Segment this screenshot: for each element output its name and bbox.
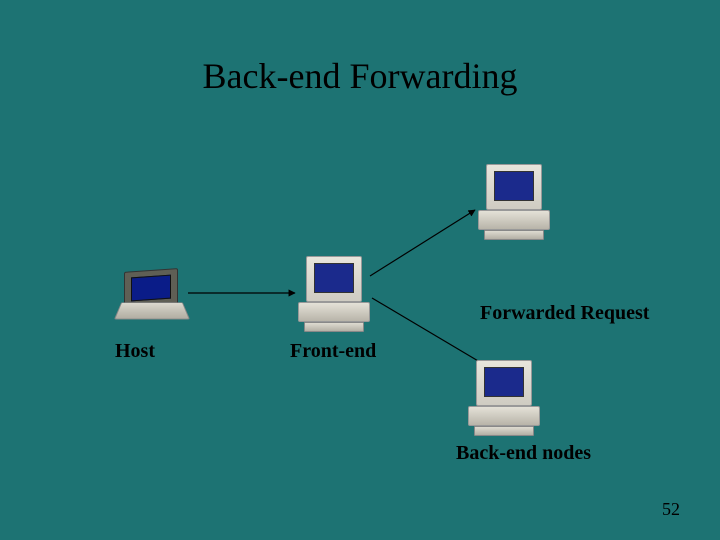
slide-title: Back-end Forwarding bbox=[0, 55, 720, 97]
backend-node-bottom-icon bbox=[468, 360, 538, 432]
host-machine-icon bbox=[118, 270, 188, 326]
backend-node-top-icon bbox=[478, 164, 548, 236]
front-end-computer-icon bbox=[298, 256, 368, 328]
backend-nodes-label: Back-end nodes bbox=[456, 442, 591, 465]
forwarded-request-label: Forwarded Request bbox=[480, 302, 649, 325]
host-label: Host bbox=[115, 340, 155, 363]
front-end-label: Front-end bbox=[290, 340, 376, 363]
page-number: 52 bbox=[662, 499, 680, 520]
